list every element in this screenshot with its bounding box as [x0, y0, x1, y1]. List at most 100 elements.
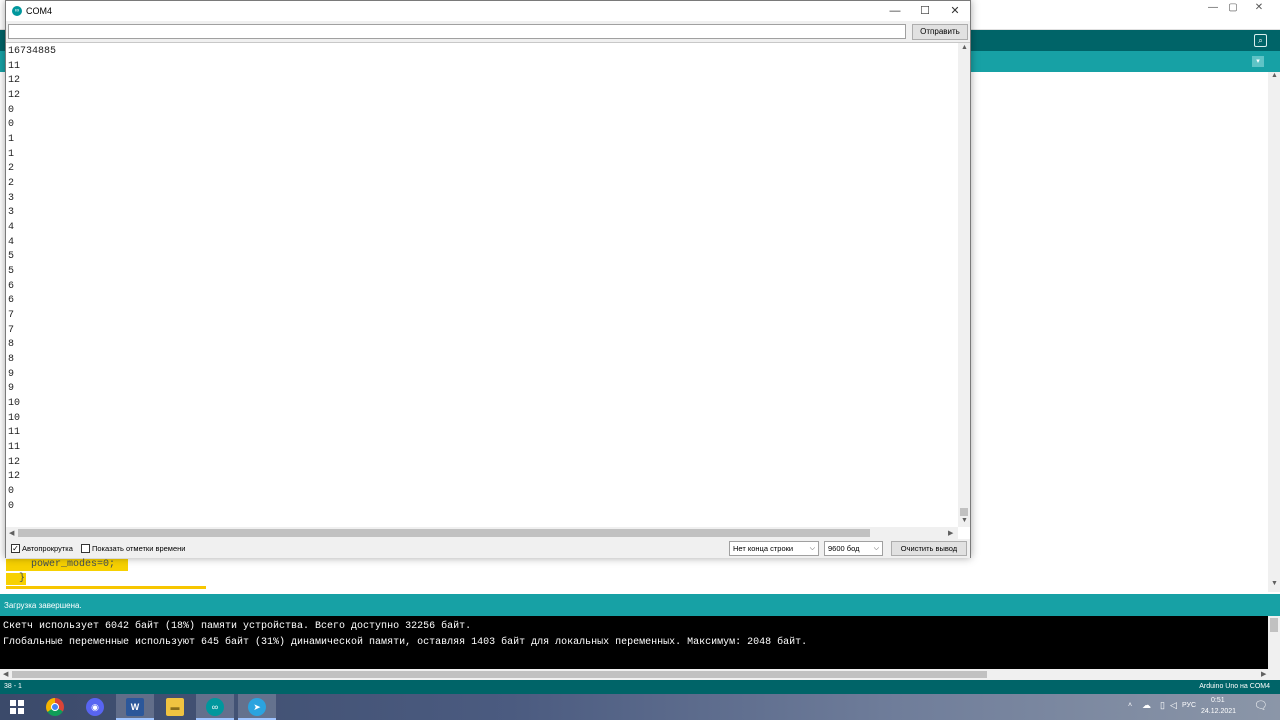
- minimize-button[interactable]: —: [880, 3, 910, 19]
- console-hscroll-thumb[interactable]: [12, 671, 987, 678]
- arduino-icon: ∞: [206, 698, 224, 716]
- serial-output-line: 5: [8, 266, 15, 278]
- serial-output-line: 0: [8, 486, 15, 498]
- scroll-left-arrow-icon[interactable]: ◀: [9, 529, 14, 537]
- serial-output-line: 3: [8, 207, 15, 219]
- serial-output-line: 8: [8, 354, 15, 366]
- serial-monitor-icon[interactable]: ⌕: [1254, 34, 1267, 47]
- taskbar-discord[interactable]: ◉: [76, 694, 114, 720]
- battery-icon[interactable]: ▯: [1160, 700, 1165, 711]
- send-input[interactable]: [8, 24, 906, 39]
- telegram-icon: ➤: [248, 698, 266, 716]
- serial-output-line: 16734885: [8, 46, 57, 57]
- clock-date[interactable]: 24.12.2021: [1201, 708, 1236, 715]
- taskbar-arduino[interactable]: ∞: [196, 694, 234, 720]
- output-horizontal-scrollbar[interactable]: ◀ ▶: [6, 527, 958, 539]
- baud-rate-select[interactable]: 9600 бод ⌵: [824, 541, 883, 556]
- chrome-icon: [46, 698, 64, 716]
- serial-output-line: 11: [8, 442, 21, 454]
- baud-rate-value: 9600 бод: [828, 544, 860, 553]
- taskbar-chrome[interactable]: [36, 694, 74, 720]
- serial-output-line: 3: [8, 192, 15, 204]
- chevron-down-icon: ⌵: [873, 545, 879, 552]
- serial-output-line: 8: [8, 339, 15, 351]
- language-indicator[interactable]: РУС: [1182, 702, 1196, 709]
- serial-output-line: 7: [8, 324, 15, 336]
- taskbar-file-explorer[interactable]: ▬: [156, 694, 194, 720]
- output-vertical-scrollbar[interactable]: ▲ ▼: [958, 43, 970, 527]
- start-button[interactable]: [0, 694, 38, 720]
- folder-icon: ▬: [166, 698, 184, 716]
- serial-output-line: 9: [8, 383, 15, 395]
- serial-output-line: 0: [8, 500, 15, 512]
- line-indicator: 38 - 1: [4, 683, 22, 690]
- taskbar-word[interactable]: W: [116, 694, 154, 720]
- clear-output-button[interactable]: Очистить вывод: [891, 541, 967, 556]
- ide-bottom-bar: 38 - 1 Arduino Uno на COM4: [0, 680, 1280, 694]
- autoscroll-checkbox[interactable]: ✓: [11, 544, 20, 553]
- word-icon: W: [126, 698, 144, 716]
- serial-output-line: 4: [8, 222, 15, 234]
- status-message: Загрузка завершена.: [4, 601, 82, 610]
- serial-output-line: 11: [8, 427, 21, 439]
- serial-output-line: 9: [8, 368, 15, 380]
- clock-time[interactable]: 0:51: [1211, 697, 1225, 704]
- serial-output-line: 6: [8, 295, 15, 307]
- scroll-right-arrow-icon[interactable]: ▶: [948, 529, 953, 537]
- line-ending-select[interactable]: Нет конца строки ⌵: [729, 541, 819, 556]
- serial-output-line: 1: [8, 134, 15, 146]
- serial-output-line: 10: [8, 412, 21, 424]
- console-line: Скетч использует 6042 байт (18%) памяти …: [3, 621, 472, 632]
- windows-logo-icon: [10, 700, 24, 714]
- board-info: Arduino Uno на COM4: [1199, 683, 1270, 690]
- serial-output-line: 4: [8, 236, 15, 248]
- serial-output-area[interactable]: 16734885 11 12 12 0 0 1 1 2 2 3 3 4 4 5 5 6 6 7 7 8 8 9 9 10 10 11…: [6, 42, 970, 539]
- scroll-right-arrow-icon[interactable]: ▶: [1261, 670, 1266, 678]
- output-console: Скетч использует 6042 байт (18%) памяти …: [0, 616, 1268, 669]
- console-horizontal-scrollbar[interactable]: ◀ ▶: [0, 669, 1280, 680]
- tab-menu-chevron-icon[interactable]: ▾: [1252, 56, 1264, 67]
- code-visible-lines: power_modes=0; }: [6, 558, 206, 592]
- timestamp-checkbox[interactable]: [81, 544, 90, 553]
- console-scrollbar[interactable]: [1268, 616, 1280, 669]
- show-hidden-icons-chevron-icon[interactable]: ˄: [1128, 702, 1132, 709]
- system-tray: ˄ ☁ ▯ ◁ РУС 0:51 24.12.2021 🗨: [1120, 694, 1280, 720]
- windows-taskbar: ◉ W ▬ ∞ ➤ ˄ ☁ ▯ ◁ РУС 0:51 24.12.2021 🗨: [0, 694, 1280, 720]
- scroll-left-arrow-icon[interactable]: ◀: [3, 670, 8, 678]
- timestamp-label: Показать отметки времени: [92, 544, 186, 553]
- serial-monitor-window: ∞ COM4 — ☐ ✕ Отправить 16734885 11 12 12 0 0 1…: [5, 0, 971, 558]
- maximize-button[interactable]: ☐: [910, 3, 940, 19]
- chevron-down-icon: ⌵: [809, 545, 815, 552]
- arduino-app-icon: ∞: [12, 6, 22, 16]
- autoscroll-label: Автопрокрутка: [22, 544, 73, 553]
- output-vscroll-thumb[interactable]: [960, 508, 968, 516]
- console-scroll-thumb[interactable]: [1270, 618, 1278, 632]
- serial-output-line: 12: [8, 90, 21, 101]
- cloud-icon[interactable]: ☁: [1142, 700, 1151, 711]
- ide-status-bar: Загрузка завершена.: [0, 594, 1280, 616]
- ide-close-button[interactable]: ✕: [1236, 0, 1280, 28]
- scroll-up-arrow-icon[interactable]: ▲: [961, 44, 968, 51]
- serial-output-line: 12: [8, 456, 21, 468]
- check-mark-icon: ✓: [12, 544, 19, 553]
- scroll-down-arrow-icon[interactable]: ▼: [1271, 580, 1278, 587]
- serial-output-line: 5: [8, 251, 15, 263]
- close-button[interactable]: ✕: [940, 3, 970, 19]
- scroll-up-arrow-icon[interactable]: ▲: [1271, 72, 1278, 79]
- serial-output-line: 0: [8, 119, 15, 131]
- serial-output-line: 12: [8, 471, 21, 483]
- send-button[interactable]: Отправить: [912, 24, 968, 40]
- volume-icon[interactable]: ◁: [1170, 700, 1177, 711]
- output-hscroll-thumb[interactable]: [18, 529, 870, 537]
- taskbar-telegram[interactable]: ➤: [238, 694, 276, 720]
- notification-icon[interactable]: 🗨: [1254, 699, 1268, 712]
- serial-output-line: 2: [8, 163, 15, 175]
- line-ending-value: Нет конца строки: [733, 544, 794, 553]
- code-line: power_modes=0;: [6, 559, 128, 571]
- serial-output-line: 6: [8, 280, 15, 292]
- scroll-down-arrow-icon[interactable]: ▼: [961, 517, 968, 524]
- serial-titlebar: ∞ COM4 — ☐ ✕: [6, 1, 970, 21]
- editor-scrollbar[interactable]: ▲ ▼: [1268, 72, 1280, 592]
- console-line: Глобальные переменные используют 645 бай…: [3, 637, 808, 648]
- serial-output-line: 7: [8, 310, 15, 322]
